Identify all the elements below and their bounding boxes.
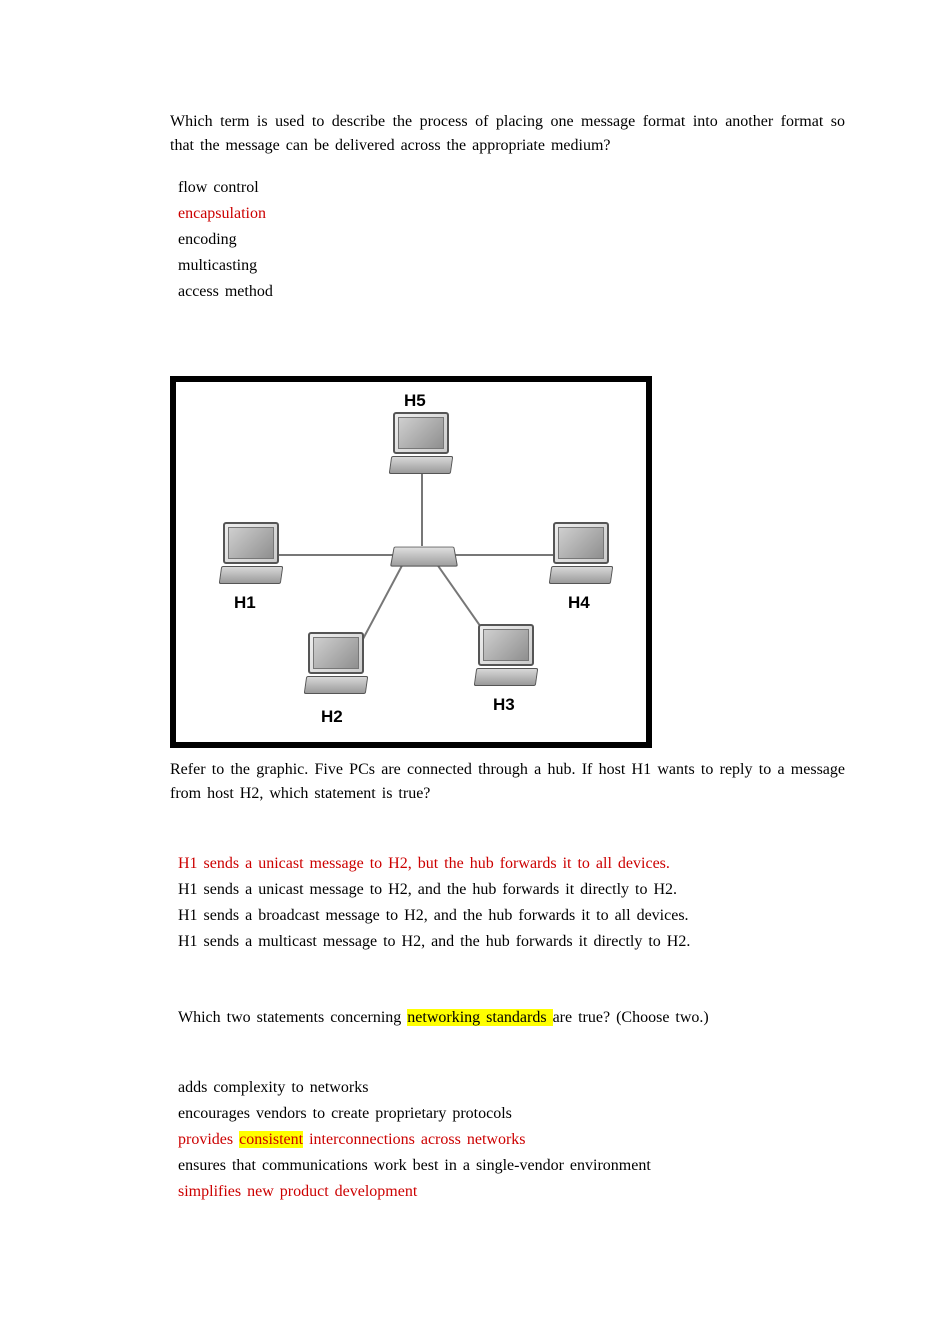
pc-h2: H2	[301, 632, 371, 697]
label-h3: H3	[493, 692, 515, 718]
label-h2: H2	[321, 704, 343, 730]
pc-h1: H1	[216, 522, 286, 587]
q3-prompt-pre: Which two statements concerning	[178, 1009, 407, 1026]
q3-option-2: provides consistent interconnections acr…	[178, 1128, 845, 1152]
q3-option-1: encourages vendors to create proprietary…	[178, 1102, 845, 1126]
q3-prompt-hl: networking standards	[407, 1009, 552, 1026]
pc-h5: H5	[386, 412, 456, 477]
q2-option-3: H1 sends a multicast message to H2, and …	[178, 930, 845, 954]
q3-option-4: simplifies new product development	[178, 1180, 845, 1204]
network-diagram: H5 H1 H4 H2 H3	[170, 376, 652, 748]
label-h5: H5	[404, 388, 426, 414]
q2-option-0: H1 sends a unicast message to H2, but th…	[178, 852, 845, 876]
q1-option-2: encoding	[178, 228, 845, 252]
label-h4: H4	[568, 590, 590, 616]
q1-option-3: multicasting	[178, 254, 845, 278]
q3-options: adds complexity to networksencourages ve…	[178, 1076, 845, 1204]
q1-prompt: Which term is used to describe the proce…	[170, 110, 845, 158]
q2-option-1: H1 sends a unicast message to H2, and th…	[178, 878, 845, 902]
q1-option-1: encapsulation	[178, 202, 845, 226]
q1-option-0: flow control	[178, 176, 845, 200]
pc-h4: H4	[546, 522, 616, 587]
wire-h4	[454, 554, 554, 556]
q2-options: H1 sends a unicast message to H2, but th…	[178, 852, 845, 954]
wire-h5	[421, 474, 423, 546]
q2-prompt: Refer to the graphic. Five PCs are conne…	[170, 758, 845, 806]
wire-h1	[276, 554, 394, 556]
q3-prompt-post: are true? (Choose two.)	[553, 1009, 709, 1026]
q3-option-0: adds complexity to networks	[178, 1076, 845, 1100]
q3-prompt: Which two statements concerning networki…	[178, 1006, 845, 1030]
q1-option-4: access method	[178, 280, 845, 304]
hub-icon	[390, 547, 458, 567]
label-h1: H1	[234, 590, 256, 616]
q2-option-2: H1 sends a broadcast message to H2, and …	[178, 904, 845, 928]
q1-options: flow controlencapsulationencodingmultica…	[178, 176, 845, 304]
pc-h3: H3	[471, 624, 541, 689]
q3-option-3: ensures that communications work best in…	[178, 1154, 845, 1178]
page: Which term is used to describe the proce…	[0, 0, 945, 1337]
